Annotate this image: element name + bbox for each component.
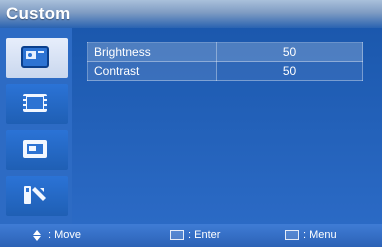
menu-hint-text: : Menu xyxy=(303,229,337,241)
sidebar-item-picture[interactable] xyxy=(6,38,68,78)
sidebar-item-screen[interactable] xyxy=(6,130,68,170)
picture-icon xyxy=(21,46,49,68)
setting-row-brightness[interactable]: Brightness 50 xyxy=(86,42,363,62)
enter-button-icon xyxy=(170,230,184,240)
content-panel: Brightness 50 Contrast 50 xyxy=(72,28,382,224)
contrast-label: Contrast xyxy=(86,61,218,81)
brightness-label: Brightness xyxy=(86,42,218,62)
contrast-value[interactable]: 50 xyxy=(216,61,363,81)
up-down-arrows-icon xyxy=(33,229,41,241)
status-bar: : Move : Enter : Menu xyxy=(0,224,382,247)
settings-table: Brightness 50 Contrast 50 xyxy=(86,42,363,81)
move-hint: : Move xyxy=(33,229,81,241)
move-hint-text: : Move xyxy=(48,229,82,241)
setup-tools-icon xyxy=(24,186,46,204)
enter-hint: : Enter xyxy=(170,229,220,241)
brightness-value[interactable]: 50 xyxy=(216,42,363,62)
contrast-value-text: 50 xyxy=(282,64,297,78)
setting-row-contrast[interactable]: Contrast 50 xyxy=(86,61,363,81)
enter-hint-text: : Enter xyxy=(188,229,221,241)
menu-hint: : Menu xyxy=(285,229,337,241)
menu-button-icon xyxy=(285,230,299,240)
sidebar-item-setup[interactable] xyxy=(6,176,68,216)
sidebar-item-film[interactable] xyxy=(6,84,68,124)
menu-title: Custom xyxy=(6,4,71,23)
title-bar: Custom xyxy=(0,0,382,28)
osd-screen: Custom Brightness 50 Contrast 50: Move … xyxy=(0,0,382,247)
screen-mode-icon xyxy=(23,140,47,158)
brightness-value-text: 50 xyxy=(282,45,297,59)
sidebar xyxy=(0,28,72,224)
film-strip-icon xyxy=(23,94,47,112)
